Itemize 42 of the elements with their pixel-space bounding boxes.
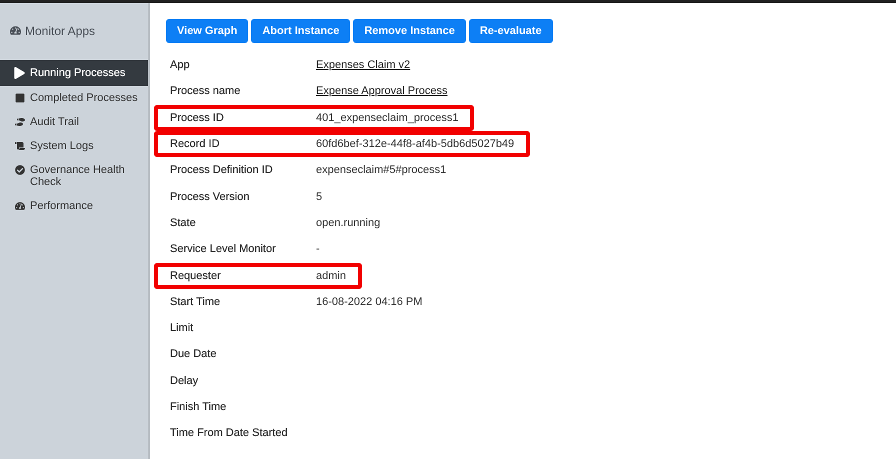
field-link[interactable]: Expense Approval Process [316,85,448,98]
action-button[interactable]: Re-evaluate [468,19,553,43]
gauge-icon [14,201,24,211]
sidebar-item[interactable]: Performance [0,194,148,218]
square-icon [14,93,24,103]
field-link[interactable]: Expenses Claim v2 [316,59,410,72]
field-label: State [170,216,197,229]
field-label: Record ID [170,138,221,150]
sidebar-title: Monitor Apps [25,24,96,38]
field-label: Delay [170,374,200,387]
field-value: admin [316,270,346,282]
field-label: Service Level Monitor [170,243,277,256]
action-button[interactable]: View Graph [166,19,248,43]
field-label: Process name [170,85,242,98]
scroll-icon [14,141,24,151]
play-icon [14,67,25,79]
field-label: Finish Time [170,401,228,413]
sidebar-item[interactable]: Completed Processes [0,86,148,110]
field-label: Process Version [170,190,250,203]
field-value: expenseclaim#5#process1 [316,164,446,176]
field-value: 401_expenseclaim_process1 [316,112,458,124]
field-label: App [170,59,191,72]
field-value: 60fd6bef-312e-44f8-af4b-5db6d5027b49 [316,138,514,150]
sidebar-item[interactable]: Running Processes [0,60,148,86]
field-label: Start Time [170,296,222,308]
field-value: - [316,243,320,256]
field-value: 16-08-2022 04:16 PM [316,296,422,308]
field-value: open.running [316,216,380,229]
field-label: Process ID [170,112,225,124]
field-label: Time From Date Started [170,427,289,440]
sidebar-item[interactable]: Governance Health Check [0,158,148,194]
action-button[interactable]: Remove Instance [353,19,466,43]
field-label: Due Date [170,348,218,360]
action-button[interactable]: Abort Instance [251,19,350,43]
footprints-icon [14,117,24,127]
field-value: 5 [316,190,322,203]
sidebar-item[interactable]: Audit Trail [0,110,148,134]
gauge-icon [10,25,21,36]
field-label: Limit [170,322,194,334]
sidebar-item[interactable]: System Logs [0,134,148,158]
field-label: Process Definition ID [170,164,274,176]
field-label: Requester [170,270,222,282]
